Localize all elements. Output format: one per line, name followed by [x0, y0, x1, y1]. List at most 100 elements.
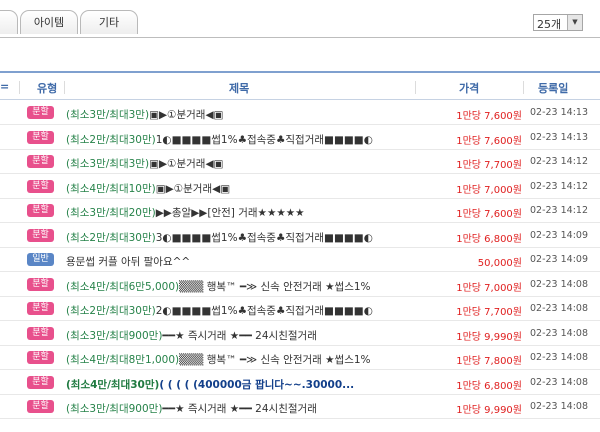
date-text: 02-23 14:13	[530, 131, 589, 143]
listing-title-link[interactable]: (최소4만/최대30만)( ( ( ( (400000금 팝니다~~.30000…	[66, 377, 396, 392]
date-text: 02-23 14:08	[530, 327, 589, 339]
type-badge: 분할	[27, 106, 54, 119]
table-row[interactable]: 분할 (최소4만/최대10만)▣▶①분거래◀▣ 1만당 7,000원 02-23 14…	[0, 175, 600, 199]
listing-title-link[interactable]: (최소3만/최대900만)━━★ 즉시거래 ★━━ 24시친절거래	[66, 328, 396, 343]
type-badge: 분할	[27, 351, 54, 364]
trade-condition: (최소4만/최대10만)	[66, 182, 156, 195]
listing-title-link[interactable]: (최소3만/최대3만)▣▶①분거래◀▣	[66, 107, 396, 122]
listing-title-link[interactable]: (최소3만/최대20만)▶▶총알▶▶[안전] 거래★★★★★	[66, 205, 396, 220]
trade-condition: (최소3만/최대900만)	[66, 329, 163, 342]
table-row[interactable]: 분할 (최소3만/최대20만)▶▶총알▶▶[안전] 거래★★★★★ 1만당 7,60…	[0, 199, 600, 223]
type-badge: 분할	[27, 204, 54, 217]
listing-title-link[interactable]: (최소4만/최대10만)▣▶①분거래◀▣	[66, 181, 396, 196]
date-text: 02-23 14:12	[530, 205, 589, 216]
listing-title-link[interactable]: (최소4만/최대6만5,000)▒▒▒ 행복™ ━≫ 신속 안전거래 ★썹스1%	[66, 279, 396, 294]
listing-title-link[interactable]: 용문썹 커플 아뒤 팔아요^^	[66, 254, 396, 269]
listing-title-text: ▣▶①분거래◀▣	[149, 109, 224, 121]
price-text: 1만당 7,000원	[456, 184, 522, 196]
price-text: 1만당 7,600원	[456, 209, 522, 220]
type-badge: 분할	[27, 400, 54, 413]
listing-title-link[interactable]: (최소2만/최대30만)1◐■■■■썹1%♣접속중♣직접거래■■■■◐	[66, 132, 396, 147]
type-badge: 분할	[27, 302, 54, 315]
price-text: 1만당 7,800원	[456, 356, 522, 367]
table-row[interactable]: 분할 (최소4만/최대30만)( ( ( ( (400000금 팝니다~~.300…	[0, 371, 600, 395]
trade-condition: (최소3만/최대20만)	[66, 207, 156, 219]
table-row[interactable]: 썹일반용문썹 커플 아뒤 팔아요^^50,000원02-23 14:09	[0, 248, 600, 272]
table-row[interactable]: 분할 (최소2만/최대30만)1◐■■■■썹1%♣접속중♣직접거래■■■■◐ 1만당…	[0, 126, 600, 150]
trade-condition: (최소2만/최대30만)	[66, 231, 156, 244]
tab-previous[interactable]	[0, 10, 18, 34]
price-text: 1만당 7,600원	[456, 111, 522, 122]
tab-divider	[0, 37, 600, 38]
date-text: 02-23 14:08	[530, 376, 589, 388]
date-text: 02-23 14:13	[530, 107, 589, 118]
price-text: 1만당 9,990원	[456, 405, 522, 416]
price-text: 50,000원	[477, 258, 522, 269]
header-divider	[19, 81, 20, 94]
header-divider	[64, 81, 65, 94]
price-text: 1만당 6,800원	[456, 233, 522, 245]
trade-condition: (최소4만/최대30만)	[66, 378, 160, 391]
table-header: = 유형 제목 가격 등록일	[0, 71, 600, 100]
type-badge: 분할	[27, 375, 54, 389]
table-row[interactable]: 분할 (최소4만/최대8만1,000)▒▒▒ 행복™ ━≫ 신속 안전거래 ★썹스…	[0, 346, 600, 370]
header-title: 제목	[229, 82, 250, 95]
table-row[interactable]: 분할 (최소4만/최대6만5,000)▒▒▒ 행복™ ━≫ 신속 안전거래 ★썹스…	[0, 273, 600, 297]
listing-title-text: 3◐■■■■썹1%♣접속중♣직접거래■■■■◐	[155, 231, 373, 244]
date-text: 02-23 14:08	[530, 278, 589, 290]
header-price: 가격	[459, 82, 480, 95]
table-row[interactable]: 분할 (최소3만/최대3만)▣▶①분거래◀▣ 1만당 7,600원 02-23 14:…	[0, 101, 600, 125]
trade-condition: (최소2만/최대30만)	[66, 133, 156, 146]
page-size-select[interactable]: 25개 ▼	[533, 14, 583, 31]
listing-title-text: ▒▒▒ 행복™ ━≫ 신속 안전거래 ★썹스1%	[179, 280, 371, 293]
page-size-value: 25개	[537, 18, 562, 31]
type-badge: 분할	[27, 130, 54, 144]
listing-title-text: 1◐■■■■썹1%♣접속중♣직접거래■■■■◐	[155, 133, 373, 146]
table-row[interactable]: 분할 (최소2만/최대30만)3◐■■■■썹1%♣접속중♣직접거래■■■■◐ 1만당…	[0, 224, 600, 248]
price-text: 1만당 6,800원	[456, 380, 522, 392]
price-text: 1만당 9,990원	[456, 331, 522, 343]
listing-title-link[interactable]: (최소2만/최대30만)3◐■■■■썹1%♣접속중♣직접거래■■■■◐	[66, 230, 396, 245]
listing-title-text: ( ( ( ( (400000금 팝니다~~.30000...	[159, 378, 355, 391]
tab-other[interactable]: 기타	[80, 10, 138, 34]
header-divider	[523, 81, 524, 94]
listing-title-text: 용문썹 커플 아뒤 팔아요^^	[66, 256, 191, 268]
type-badge: 분할	[27, 179, 54, 193]
header-type: 유형	[37, 82, 58, 95]
listing-title-link[interactable]: (최소3만/최대900만)━━★ 즉시거래 ★━━ 24시친절거래	[66, 401, 396, 416]
header-sort[interactable]: =	[0, 80, 9, 93]
date-text: 02-23 14:08	[530, 303, 589, 314]
listing-title-text: ▒▒▒ 행복™ ━≫ 신속 안전거래 ★썹스1%	[179, 354, 371, 366]
table-row[interactable]: 분할 (최소2만/최대30만)2◐■■■■썹1%♣접속중♣직접거래■■■■◐ 1만당…	[0, 297, 600, 321]
listing-title-text: ━━★ 즉시거래 ★━━ 24시친절거래	[162, 329, 317, 342]
trade-condition: (최소3만/최대3만)	[66, 158, 150, 170]
type-badge: 분할	[27, 326, 54, 340]
date-text: 02-23 14:09	[530, 254, 589, 265]
price-text: 1만당 7,700원	[456, 307, 522, 318]
listing-title-link[interactable]: (최소4만/최대8만1,000)▒▒▒ 행복™ ━≫ 신속 안전거래 ★썹스1%	[66, 352, 396, 367]
header-divider	[415, 81, 416, 94]
listing-title-text: 2◐■■■■썹1%♣접속중♣직접거래■■■■◐	[155, 305, 373, 317]
listing-title-text: ▣▶①분거래◀▣	[155, 182, 231, 195]
listing-title-link[interactable]: (최소3만/최대3만)▣▶①분거래◀▣	[66, 156, 396, 171]
header-date: 등록일	[538, 82, 569, 95]
table-row[interactable]: 분할 (최소3만/최대3만)▣▶①분거래◀▣ 1만당 7,700원 02-23 14:…	[0, 150, 600, 174]
trade-condition: (최소4만/최대6만5,000)	[66, 280, 180, 293]
table-row[interactable]: 분할 (최소3만/최대900만)━━★ 즉시거래 ★━━ 24시친절거래 1만당 9…	[0, 395, 600, 419]
listing-title-text: ▶▶총알▶▶[안전] 거래★★★★★	[155, 207, 305, 219]
type-badge: 일반	[27, 253, 54, 266]
type-badge: 분할	[27, 155, 54, 168]
table-row[interactable]: 분할 (최소3만/최대900만)━━★ 즉시거래 ★━━ 24시친절거래 1만당 9…	[0, 322, 600, 346]
date-text: 02-23 14:09	[530, 229, 589, 241]
trade-condition: (최소3만/최대900만)	[66, 403, 163, 415]
price-text: 1만당 7,600원	[456, 135, 522, 147]
chevron-down-icon[interactable]: ▼	[567, 15, 582, 30]
listing-title-text: ▣▶①분거래◀▣	[149, 158, 224, 170]
tab-items[interactable]: 아이템	[20, 10, 78, 34]
listing-title-link[interactable]: (최소2만/최대30만)2◐■■■■썹1%♣접속중♣직접거래■■■■◐	[66, 303, 396, 318]
price-text: 1만당 7,700원	[456, 160, 522, 171]
price-text: 1만당 7,000원	[456, 282, 522, 294]
listing-title-text: ━━★ 즉시거래 ★━━ 24시친절거래	[162, 403, 317, 415]
date-text: 02-23 14:08	[530, 352, 589, 363]
trade-condition: (최소2만/최대30만)	[66, 305, 156, 317]
